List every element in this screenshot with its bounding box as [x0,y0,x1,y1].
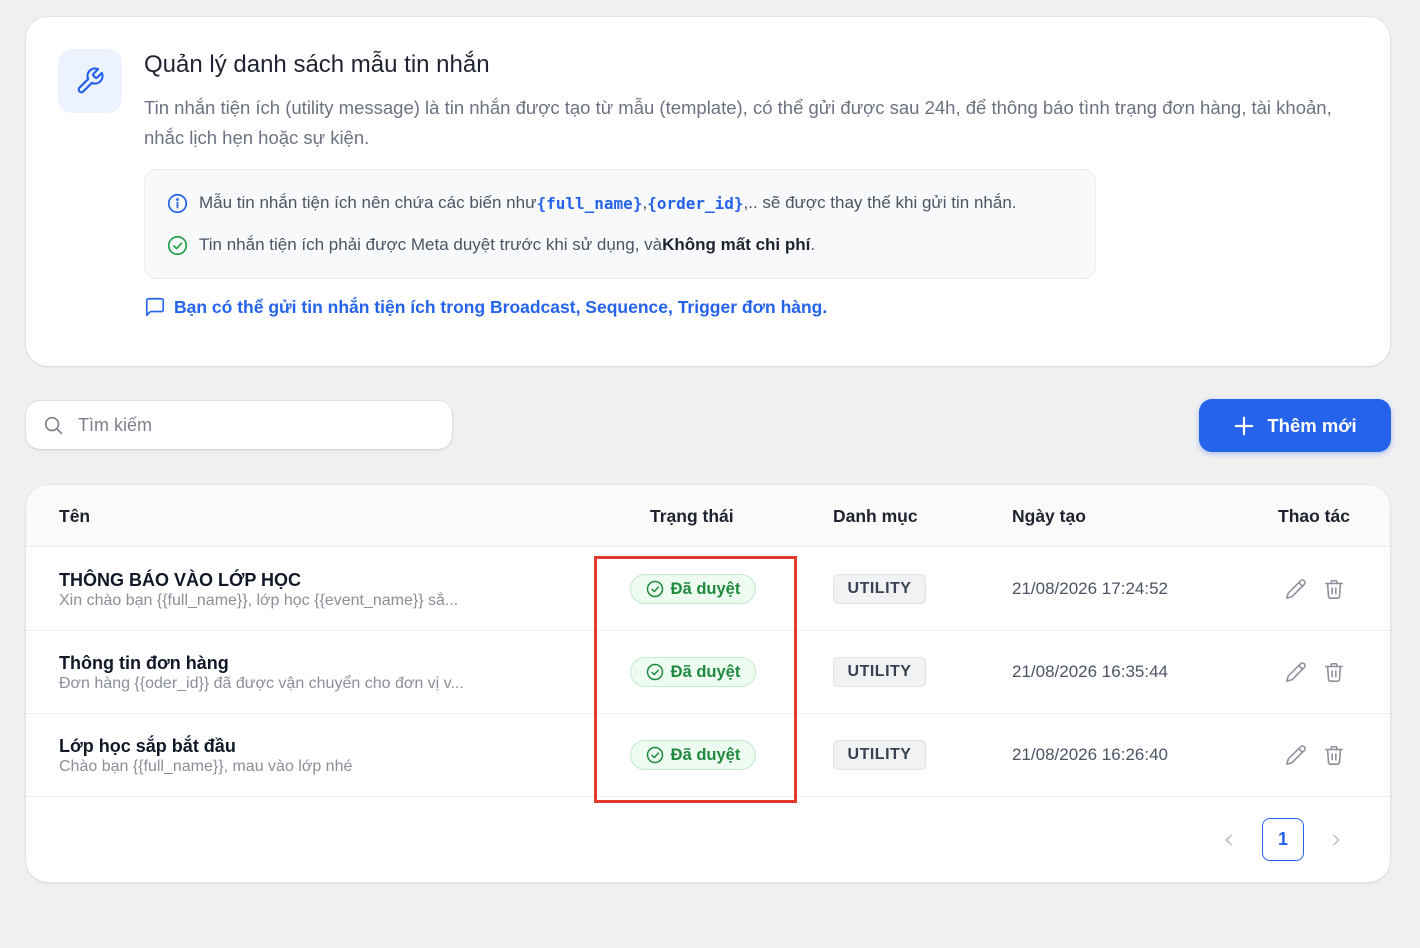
created-date: 21/08/2026 16:35:44 [1012,662,1168,681]
category-badge: UTILITY [833,657,926,687]
pagination-prev-button[interactable] [1219,830,1239,850]
message-square-icon [144,296,166,318]
note-variables-prefix: Mẫu tin nhắn tiện ích nên chứa các biến … [199,193,537,212]
add-new-label: Thêm mới [1267,414,1357,436]
check-circle-icon [646,746,664,764]
check-circle-icon [165,233,189,257]
delete-button[interactable] [1322,577,1346,601]
search-box[interactable] [26,401,452,449]
status-label: Đã duyệt [670,579,741,598]
template-preview: Xin chào bạn {{full_name}}, lớp học {{ev… [59,592,459,609]
check-circle-icon [646,663,664,681]
note-variables-suffix: ,.. sẽ được thay thế khi gửi tin nhắn. [743,193,1017,212]
column-category[interactable]: Danh mục [833,506,918,527]
status-badge: Đã duyệt [630,657,756,687]
note-approval-bold: Không mất chi phí [662,235,811,254]
column-status[interactable]: Trạng thái [650,506,734,527]
template-preview: Chào bạn {{full_name}}, mau vào lớp nhé [59,758,353,775]
trash-icon [1324,745,1344,765]
pencil-icon [1286,662,1306,682]
table-row[interactable]: Thông tin đơn hàng Đơn hàng {{oder_id}} … [26,631,1390,714]
category-badge: UTILITY [833,574,926,604]
page-title: Quản lý danh sách mẫu tin nhắn [144,51,490,78]
status-label: Đã duyệt [670,662,741,681]
delete-button[interactable] [1322,743,1346,767]
promo-link[interactable]: Bạn có thể gửi tin nhắn tiện ích trong B… [144,295,827,319]
created-date: 21/08/2026 16:26:40 [1012,745,1168,764]
templates-table: Tên Trạng thái Danh mục Ngày tạo Thao tá… [26,485,1390,882]
wrench-icon [58,49,122,113]
status-badge: Đã duyệt [630,574,756,604]
table-row[interactable]: THÔNG BÁO VÀO LỚP HỌC Xin chào bạn {{ful… [26,548,1390,631]
add-new-button[interactable]: Thêm mới [1199,399,1391,452]
trash-icon [1324,579,1344,599]
info-card: Quản lý danh sách mẫu tin nhắn Tin nhắn … [26,17,1390,366]
note-approval-prefix: Tin nhắn tiện ích phải được Meta duyệt t… [199,235,663,254]
status-label: Đã duyệt [670,745,741,764]
pagination-page-current[interactable]: 1 [1262,818,1304,861]
template-name[interactable]: THÔNG BÁO VÀO LỚP HỌC [59,570,301,591]
category-badge: UTILITY [833,740,926,770]
column-actions: Thao tác [1278,506,1350,526]
delete-button[interactable] [1322,660,1346,684]
check-circle-icon [646,580,664,598]
variable-full-name: {full_name} [536,193,643,213]
edit-button[interactable] [1284,577,1308,601]
status-badge: Đã duyệt [630,740,756,770]
pencil-icon [1286,745,1306,765]
pagination-next-button[interactable] [1326,830,1346,850]
template-preview: Đơn hàng {{oder_id}} đã được vận chuyển … [59,675,464,692]
template-name[interactable]: Lớp học sắp bắt đầu [59,736,236,757]
plus-icon [1233,415,1255,437]
table-row[interactable]: Lớp học sắp bắt đầu Chào bạn {{full_name… [26,714,1390,797]
edit-button[interactable] [1284,660,1308,684]
template-name[interactable]: Thông tin đơn hàng [59,653,229,674]
note-variables: Mẫu tin nhắn tiện ích nên chứa các biến … [165,190,1017,216]
info-icon [165,191,189,215]
chevron-right-icon [1333,834,1340,846]
column-name[interactable]: Tên [59,506,90,527]
note-approval-suffix: . [810,235,816,254]
note-approval: Tin nhắn tiện ích phải được Meta duyệt t… [165,232,815,258]
search-icon [42,414,64,436]
column-created[interactable]: Ngày tạo [1012,506,1086,527]
chevron-left-icon [1225,834,1232,846]
created-date: 21/08/2026 17:24:52 [1012,579,1168,598]
table-header: Tên Trạng thái Danh mục Ngày tạo Thao tá… [26,485,1390,547]
search-input[interactable] [78,414,418,436]
edit-button[interactable] [1284,743,1308,767]
promo-text[interactable]: Bạn có thể gửi tin nhắn tiện ích trong B… [174,297,827,318]
variable-order-id: {order_id} [647,193,744,213]
trash-icon [1324,662,1344,682]
page-description: Tin nhắn tiện ích (utility message) là t… [144,97,1332,148]
note-box: Mẫu tin nhắn tiện ích nên chứa các biến … [144,169,1096,279]
pencil-icon [1286,579,1306,599]
